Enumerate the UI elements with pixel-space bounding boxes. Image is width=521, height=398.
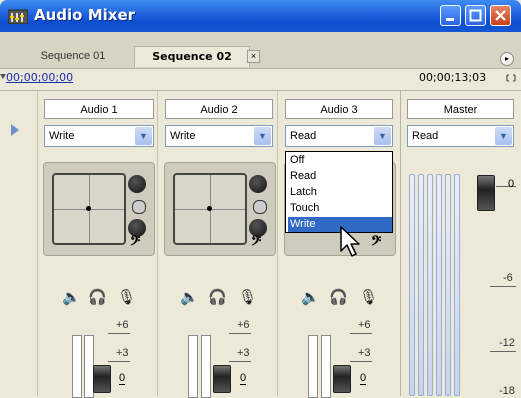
divider xyxy=(277,91,278,396)
treble-knob-icon[interactable] xyxy=(249,175,267,193)
balance-knob-icon[interactable] xyxy=(253,200,267,214)
menu-item-off[interactable]: Off xyxy=(288,153,392,168)
scale-mark: -18 xyxy=(499,385,515,397)
divider xyxy=(157,91,158,396)
menu-item-touch[interactable]: Touch xyxy=(288,201,392,216)
speaker-icon[interactable]: 🔈 xyxy=(62,288,81,306)
automation-menu-popup: Off Read Latch Touch Write xyxy=(285,151,393,233)
track-label-audio-2[interactable]: Audio 2 xyxy=(165,99,273,119)
headphones-icon[interactable]: 🎧 xyxy=(88,288,107,306)
scale-mark: +3 xyxy=(237,347,250,359)
audio-mixer-app-icon xyxy=(8,9,28,24)
fader-value: 0 xyxy=(119,372,126,385)
automation-dropdown-master[interactable]: Read ▼ xyxy=(407,125,514,147)
automation-dropdown-audio-2[interactable]: Write ▼ xyxy=(165,125,273,147)
bass-clef-icon: 𝄢 xyxy=(130,233,141,252)
window-title: Audio Mixer xyxy=(34,6,136,24)
bass-clef-icon: 𝄢 xyxy=(251,233,262,252)
pan-grid[interactable] xyxy=(173,173,247,245)
scale-mark: +6 xyxy=(116,319,129,331)
automation-dropdown-audio-3[interactable]: Read ▼ xyxy=(285,125,393,147)
chevron-down-icon[interactable]: ▼ xyxy=(254,127,271,145)
microphone-icon[interactable]: 🎙 xyxy=(359,288,378,306)
tab-close-button[interactable]: × xyxy=(247,50,260,63)
level-meter xyxy=(201,335,211,398)
scale-mark: +3 xyxy=(358,347,371,359)
speaker-icon[interactable]: 🔈 xyxy=(301,288,320,306)
scale-line xyxy=(350,333,372,334)
scale-line xyxy=(108,361,130,362)
level-meter xyxy=(321,335,331,398)
treble-knob-icon[interactable] xyxy=(128,175,146,193)
track-header-column xyxy=(0,91,38,396)
close-icon xyxy=(495,10,506,21)
automation-dropdown-audio-1[interactable]: Write ▼ xyxy=(44,125,154,147)
microphone-icon[interactable]: 🎙 xyxy=(238,288,257,306)
maximize-icon xyxy=(469,9,482,22)
headphones-icon[interactable]: 🎧 xyxy=(208,288,227,306)
bass-clef-icon: 𝄢 xyxy=(371,233,382,252)
headphones-icon[interactable]: 🎧 xyxy=(329,288,348,306)
dropdown-value: Write xyxy=(170,130,196,142)
chevron-down-icon[interactable]: ▼ xyxy=(135,127,152,145)
fader-value: 0 xyxy=(508,178,515,190)
scale-mark: +6 xyxy=(358,319,371,331)
dropdown-value: Write xyxy=(49,130,75,142)
scale-line xyxy=(490,351,516,352)
maximize-button[interactable] xyxy=(465,5,486,26)
minimize-icon xyxy=(446,18,454,21)
scale-mark: +3 xyxy=(116,347,129,359)
level-meter xyxy=(72,335,82,398)
pan-position-dot[interactable] xyxy=(86,206,91,211)
duration-timecode: 00;00;13;03 xyxy=(419,71,487,84)
fader-value: 0 xyxy=(360,372,367,385)
tab-sequence-01[interactable]: Sequence 01 xyxy=(32,46,114,66)
pan-control-audio-1[interactable]: 𝄢 xyxy=(43,162,155,256)
scale-line xyxy=(108,333,130,334)
level-meter xyxy=(308,335,318,398)
menu-item-latch[interactable]: Latch xyxy=(288,185,392,200)
chevron-down-icon[interactable]: ▼ xyxy=(495,127,512,145)
scale-line xyxy=(229,333,251,334)
scale-line xyxy=(490,286,516,287)
fader-value: 0 xyxy=(240,372,247,385)
expand-arrow-icon[interactable] xyxy=(11,124,19,136)
divider xyxy=(400,91,401,396)
mouse-cursor-icon xyxy=(340,226,360,257)
minimize-button[interactable] xyxy=(440,5,461,26)
dropdown-value: Read xyxy=(290,130,317,142)
pan-position-dot[interactable] xyxy=(207,206,212,211)
track-label-audio-3[interactable]: Audio 3 xyxy=(285,99,393,119)
close-button[interactable] xyxy=(490,5,511,26)
menu-item-read[interactable]: Read xyxy=(288,169,392,184)
speaker-icon[interactable]: 🔈 xyxy=(180,288,199,306)
volume-fader-audio-1[interactable] xyxy=(93,365,111,393)
panel-menu-icon[interactable]: ▸ xyxy=(500,52,514,66)
track-label-audio-1[interactable]: Audio 1 xyxy=(44,99,154,119)
scale-mark: +6 xyxy=(237,319,250,331)
scale-line xyxy=(229,361,251,362)
divider xyxy=(0,90,521,91)
level-meter xyxy=(188,335,198,398)
balance-knob-icon[interactable] xyxy=(132,200,146,214)
chevron-down-icon[interactable]: ▼ xyxy=(374,127,391,145)
volume-fader-master[interactable] xyxy=(477,175,495,211)
timecode-brackets-icon xyxy=(506,74,516,82)
scale-line xyxy=(350,361,372,362)
scale-mark: -12 xyxy=(499,337,515,349)
tab-sequence-02[interactable]: Sequence 02 xyxy=(134,46,250,67)
pan-grid[interactable] xyxy=(52,173,126,245)
scale-mark: -6 xyxy=(503,272,513,284)
dropdown-value: Read xyxy=(412,130,439,142)
volume-fader-audio-2[interactable] xyxy=(213,365,231,393)
track-label-master: Master xyxy=(407,99,514,119)
microphone-icon[interactable]: 🎙 xyxy=(117,288,136,306)
volume-fader-audio-3[interactable] xyxy=(333,365,351,393)
pan-control-audio-2[interactable]: 𝄢 xyxy=(164,162,276,256)
current-timecode[interactable]: 00;00;00;00 xyxy=(6,71,73,84)
